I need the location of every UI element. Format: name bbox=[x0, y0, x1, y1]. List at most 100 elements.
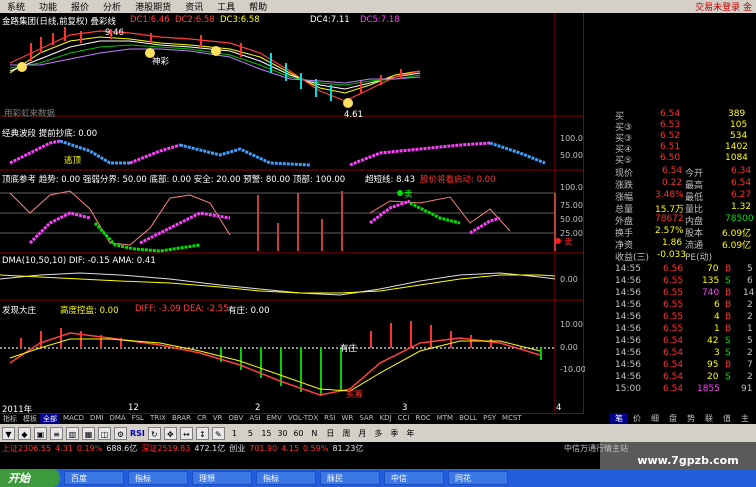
tab-kdj[interactable]: KDJ bbox=[377, 414, 395, 423]
tab-asi[interactable]: ASI bbox=[246, 414, 263, 423]
sh-change: 4.31 bbox=[55, 443, 73, 453]
tab-brar[interactable]: BRAR bbox=[169, 414, 194, 423]
sh-index[interactable]: 上证2306.55 bbox=[2, 443, 51, 454]
tab-rsi[interactable]: RSI bbox=[321, 414, 338, 423]
window-icon[interactable]: ▣ bbox=[34, 426, 47, 440]
tab-cci[interactable]: CCI bbox=[395, 414, 413, 423]
p5-control: 高度控盘: 0.00 bbox=[60, 306, 119, 316]
tick-row: 14:56 6.54 20 S 2 bbox=[615, 372, 753, 382]
tab-price[interactable]: 价 bbox=[628, 413, 646, 423]
trade-login-status[interactable]: 交易未登录 金 bbox=[695, 0, 756, 13]
menu-item-system[interactable]: 系统 bbox=[0, 0, 32, 13]
dma-lines bbox=[0, 272, 556, 296]
period-quarter[interactable]: 季 bbox=[388, 427, 401, 440]
task-citic[interactable]: 中信 bbox=[384, 471, 444, 485]
tab-detail[interactable]: 细 bbox=[646, 413, 664, 423]
tab-fsl[interactable]: FSL bbox=[129, 414, 147, 423]
tab-dmi[interactable]: DMI bbox=[87, 414, 107, 423]
tab-roc[interactable]: ROC bbox=[412, 414, 433, 423]
chart-area[interactable]: 金路集团(日线,前复权) 叠彩线 DC1:6.46 DC2:6.58 DC3:6… bbox=[0, 13, 586, 415]
panel-icon[interactable]: ◫ bbox=[98, 426, 111, 440]
tab-trend[interactable]: 势 bbox=[682, 413, 700, 423]
grid-icon[interactable]: ▥ bbox=[66, 426, 79, 440]
vertical-zoom-icon[interactable]: ↕ bbox=[195, 426, 209, 440]
tab-template[interactable]: 模板 bbox=[20, 414, 40, 423]
diamond-icon[interactable]: ◆ bbox=[18, 426, 31, 440]
tab-value[interactable]: 值 bbox=[718, 413, 736, 423]
stat-row: 涨幅 3.48% 最低 6.27 bbox=[615, 190, 752, 203]
period-week[interactable]: 周 bbox=[340, 427, 353, 440]
refresh-icon[interactable]: ↻ bbox=[147, 426, 161, 440]
stat-row: 总量 15.7万 量比 1.32 bbox=[615, 202, 752, 215]
task-indicator[interactable]: 指标 bbox=[128, 471, 188, 485]
gear-icon[interactable]: ⚙ bbox=[114, 426, 127, 440]
task-indicator-2[interactable]: 指标 bbox=[256, 471, 316, 485]
taskbar: 开始 百度 指标 理想 指标 脉民 中信 同花 bbox=[0, 469, 756, 487]
tab-boll[interactable]: BOLL bbox=[456, 414, 480, 423]
tick-row: 14:56 6.55 1 B 1 bbox=[615, 324, 753, 334]
menu-item-help[interactable]: 帮助 bbox=[242, 0, 274, 13]
tab-book[interactable]: 盘 bbox=[664, 413, 682, 423]
period-n[interactable]: N bbox=[308, 427, 321, 440]
tab-main[interactable]: 主 bbox=[736, 413, 754, 423]
tab-vol-tdx[interactable]: VOL-TDX bbox=[285, 414, 321, 423]
tab-trades[interactable]: 笔 bbox=[610, 413, 628, 423]
horizontal-zoom-icon[interactable]: ↔ bbox=[179, 426, 193, 440]
high-price-label: 9.46 bbox=[105, 28, 124, 38]
cy-amount: 81.23亿 bbox=[332, 443, 364, 453]
tab-mtm[interactable]: MTM bbox=[434, 414, 456, 423]
period-year[interactable]: 年 bbox=[404, 427, 417, 440]
tab-sar[interactable]: SAR bbox=[356, 414, 376, 423]
tab-cr[interactable]: CR bbox=[194, 414, 210, 423]
task-app[interactable]: 脉民 bbox=[320, 471, 380, 485]
tab-trix[interactable]: TRIX bbox=[147, 414, 169, 423]
tab-obv[interactable]: OBV bbox=[225, 414, 246, 423]
task-baidu[interactable]: 百度 bbox=[64, 471, 124, 485]
broker-name: 中信万通行情主站 bbox=[564, 444, 628, 453]
menu-bar: 系统 功能 报价 分析 港股期货 资讯 工具 帮助 交易未登录 金 bbox=[0, 0, 756, 13]
low-price-label: 4.61 bbox=[344, 110, 363, 120]
dropdown-icon[interactable]: ▼ bbox=[2, 426, 15, 440]
tick-row: 14:55 6.56 70 B 5 bbox=[615, 264, 753, 274]
tab-mcst[interactable]: MCST bbox=[499, 414, 525, 423]
task-ideal[interactable]: 理想 bbox=[192, 471, 252, 485]
period-5min[interactable]: 5 bbox=[244, 427, 257, 440]
table-icon[interactable]: ▦ bbox=[82, 426, 95, 440]
tab-indicator[interactable]: 指标 bbox=[0, 414, 20, 423]
dc3-label: DC3:6.58 bbox=[220, 15, 260, 25]
tab-link[interactable]: 联 bbox=[700, 413, 718, 423]
stat-row: 净资 1.86 流通 6.09亿 bbox=[615, 238, 752, 251]
tab-macd[interactable]: MACD bbox=[60, 414, 87, 423]
sz-index[interactable]: 深证2519.83 bbox=[141, 443, 190, 454]
pencil-icon[interactable]: ✎ bbox=[211, 426, 225, 440]
tab-vr[interactable]: VR bbox=[210, 414, 226, 423]
start-button[interactable]: 开始 bbox=[0, 469, 60, 487]
period-15min[interactable]: 15 bbox=[260, 427, 273, 440]
task-ths[interactable]: 同花 bbox=[448, 471, 508, 485]
tab-dma[interactable]: DMA bbox=[106, 414, 128, 423]
period-60min[interactable]: 60 bbox=[292, 427, 305, 440]
menu-item-hk-futures[interactable]: 港股期货 bbox=[128, 0, 178, 13]
p5-axis-10: 10.00 bbox=[560, 320, 583, 329]
period-1min[interactable]: 1 bbox=[228, 427, 241, 440]
rsi-button[interactable]: RSI bbox=[130, 427, 145, 440]
period-30min[interactable]: 30 bbox=[276, 427, 289, 440]
list-icon[interactable]: ≡ bbox=[50, 426, 63, 440]
period-day[interactable]: 日 bbox=[324, 427, 337, 440]
move-icon[interactable]: ✥ bbox=[163, 426, 177, 440]
tab-emv[interactable]: EMV bbox=[264, 414, 285, 423]
period-multi[interactable]: 多 bbox=[372, 427, 385, 440]
menu-item-analysis[interactable]: 分析 bbox=[96, 0, 128, 13]
menu-item-quote[interactable]: 报价 bbox=[64, 0, 96, 13]
tick-row: 14:56 6.54 3 S 2 bbox=[615, 348, 753, 358]
status-bar: 上证2306.55 4.31 0.19% 688.6亿 深证2519.83 47… bbox=[0, 442, 600, 454]
tab-all[interactable]: 全部 bbox=[40, 414, 60, 423]
tab-psy[interactable]: PSY bbox=[480, 414, 499, 423]
menu-item-tools[interactable]: 工具 bbox=[210, 0, 242, 13]
cy-index[interactable]: 创业 bbox=[229, 443, 245, 454]
period-month[interactable]: 月 bbox=[356, 427, 369, 440]
tab-wr[interactable]: WR bbox=[339, 414, 357, 423]
menu-item-info[interactable]: 资讯 bbox=[178, 0, 210, 13]
menu-item-function[interactable]: 功能 bbox=[32, 0, 64, 13]
main-title: 金路集团(日线,前复权) 叠彩线 bbox=[2, 17, 117, 27]
